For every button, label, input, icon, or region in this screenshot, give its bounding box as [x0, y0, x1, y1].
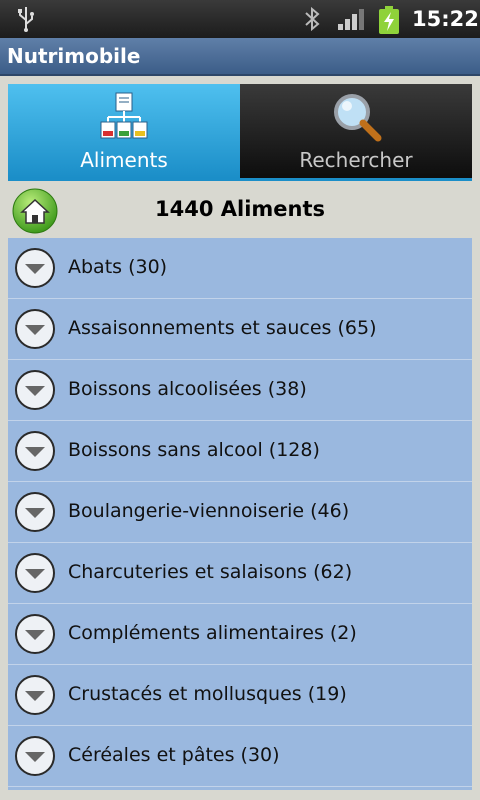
list-item[interactable]: Compléments alimentaires (2)	[8, 604, 472, 665]
expand-chevron-icon[interactable]	[14, 369, 56, 411]
list-item-label: Boissons alcoolisées (38)	[68, 378, 307, 400]
list-item-label: Abats (30)	[68, 256, 168, 278]
tab-indicator	[8, 178, 472, 181]
usb-icon	[16, 6, 36, 36]
app-title: Nutrimobile	[7, 44, 141, 68]
list-item-label: Céréales et pâtes (30)	[68, 744, 280, 766]
list-item-label: Boissons sans alcool (128)	[68, 439, 320, 461]
tab-rechercher[interactable]: Rechercher	[240, 84, 472, 178]
status-clock: 15:22	[412, 7, 479, 31]
app-title-bar: Nutrimobile	[0, 38, 480, 76]
list-item[interactable]: Boulangerie-viennoiserie (46)	[8, 482, 472, 543]
tab-aliments[interactable]: Aliments	[8, 84, 240, 178]
expand-chevron-icon[interactable]	[14, 735, 56, 777]
list-item[interactable]: Boissons sans alcool (128)	[8, 421, 472, 482]
magnifier-icon	[332, 92, 382, 146]
list-item[interactable]: Charcuteries et salaisons (62)	[8, 543, 472, 604]
category-list: Abats (30) Assaisonnements et sauces (65…	[8, 238, 472, 790]
expand-chevron-icon[interactable]	[14, 491, 56, 533]
expand-chevron-icon[interactable]	[14, 552, 56, 594]
list-item-label: Charcuteries et salaisons (62)	[68, 561, 353, 583]
list-item[interactable]: Boissons alcoolisées (38)	[8, 360, 472, 421]
battery-charging-icon	[378, 6, 400, 38]
header-row: 1440 Aliments	[8, 186, 472, 234]
list-item[interactable]: Assaisonnements et sauces (65)	[8, 299, 472, 360]
expand-chevron-icon[interactable]	[14, 430, 56, 472]
signal-strength-icon	[338, 8, 366, 34]
list-item-label: Boulangerie-viennoiserie (46)	[68, 500, 350, 522]
expand-chevron-icon[interactable]	[14, 247, 56, 289]
food-hierarchy-icon	[100, 92, 148, 146]
tab-aliments-label: Aliments	[80, 148, 168, 172]
expand-chevron-icon[interactable]	[14, 613, 56, 655]
list-item[interactable]: Abats (30)	[8, 238, 472, 299]
list-item-label: Crustacés et mollusques (19)	[68, 683, 347, 705]
status-bar: 15:22	[0, 0, 480, 38]
list-item[interactable]: Céréales et pâtes (30)	[8, 726, 472, 787]
tab-rechercher-label: Rechercher	[299, 148, 413, 172]
list-item-label: Compléments alimentaires (2)	[68, 622, 357, 644]
tab-bar: Aliments Rechercher	[8, 84, 472, 178]
page-title: 1440 Aliments	[154, 197, 326, 221]
expand-chevron-icon[interactable]	[14, 308, 56, 350]
expand-chevron-icon[interactable]	[14, 674, 56, 716]
bluetooth-icon	[302, 6, 322, 35]
list-item[interactable]: Crustacés et mollusques (19)	[8, 665, 472, 726]
list-item-label: Assaisonnements et sauces (65)	[68, 317, 377, 339]
